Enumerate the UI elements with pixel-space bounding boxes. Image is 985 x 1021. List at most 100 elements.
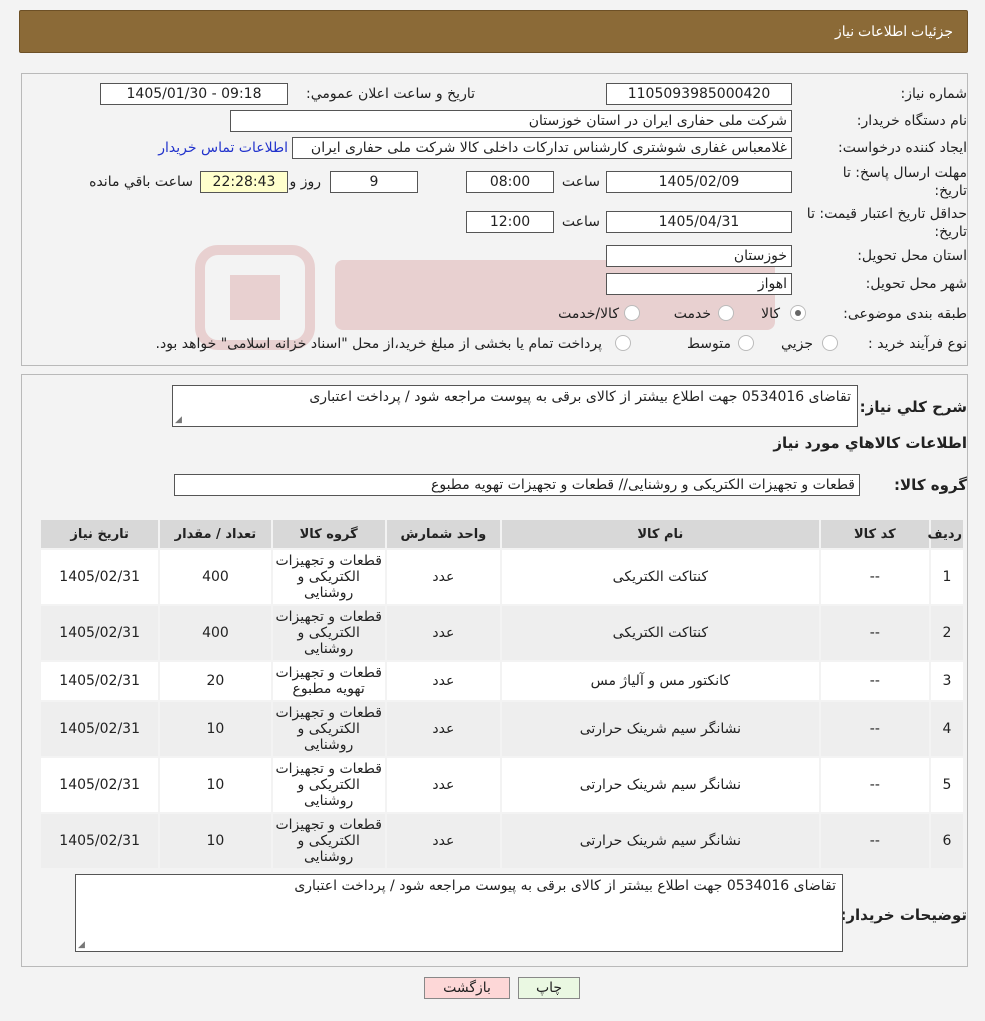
- cell-row-number: 3: [930, 662, 963, 700]
- cell-need-date: 1405/02/31: [41, 758, 159, 812]
- cell-unit: عدد: [386, 606, 501, 660]
- col-header-item-group: گروه کالا: [272, 520, 385, 548]
- cell-quantity: 20: [160, 662, 271, 700]
- category-option-goods: کالا: [761, 306, 780, 322]
- cell-item-code: --: [820, 814, 929, 868]
- description-textarea[interactable]: تقاضای 0534016 جهت اطلاع بیشتر از کالای …: [172, 385, 858, 427]
- cell-item-name: نشانگر سیم شرینک حرارتی: [502, 814, 819, 868]
- cell-unit: عدد: [386, 550, 501, 604]
- table-row: 5 -- نشانگر سیم شرینک حرارتی عدد قطعات و…: [41, 758, 963, 812]
- need-number-label: شماره نیاز:: [900, 86, 968, 102]
- items-table: رديف کد کالا نام کالا واحد شمارش گروه کا…: [39, 518, 965, 870]
- process-label: نوع فرآیند خرید :: [868, 336, 967, 352]
- cell-row-number: 4: [930, 702, 963, 756]
- page-header: جزئیات اطلاعات نیاز: [19, 10, 968, 53]
- cell-need-date: 1405/02/31: [41, 606, 159, 660]
- process-option-medium: متوسط: [687, 336, 731, 352]
- resize-grip-icon[interactable]: ◢: [175, 415, 182, 425]
- creator-field: غلامعباس غفاری شوشتری کارشناس تدارکات دا…: [292, 137, 792, 159]
- table-row: 6 -- نشانگر سیم شرینک حرارتی عدد قطعات و…: [41, 814, 963, 868]
- cell-item-group: قطعات و تجهیزات الکتریکی و روشنایی: [272, 702, 385, 756]
- category-option-service: خدمت: [673, 306, 711, 322]
- cell-item-group: قطعات و تجهیزات الکتریکی و روشنایی: [272, 758, 385, 812]
- category-radio-service[interactable]: [718, 305, 734, 321]
- cell-item-code: --: [820, 606, 929, 660]
- validity-label: حداقل تاریخ اعتبار قیمت: تا: [806, 206, 967, 222]
- cell-item-group: قطعات و تجهیزات تهویه مطبوع: [272, 662, 385, 700]
- cell-item-name: کانکتور مس و آلیاژ مس: [502, 662, 819, 700]
- table-header-row: رديف کد کالا نام کالا واحد شمارش گروه کا…: [41, 520, 963, 548]
- items-heading: اطلاعات کالاهاي مورد نياز: [773, 434, 967, 452]
- cell-item-name: نشانگر سیم شرینک حرارتی: [502, 758, 819, 812]
- cell-item-group: قطعات و تجهیزات الکتریکی و روشنایی: [272, 606, 385, 660]
- announce-label: تاریخ و ساعت اعلان عمومي:: [306, 86, 475, 102]
- cell-unit: عدد: [386, 758, 501, 812]
- cell-quantity: 10: [160, 758, 271, 812]
- buyer-contact-link[interactable]: اطلاعات تماس خریدار: [158, 140, 288, 156]
- deadline-label: مهلت ارسال پاسخ: تا: [842, 165, 967, 181]
- cell-item-group: قطعات و تجهیزات الکتریکی و روشنایی: [272, 550, 385, 604]
- process-option-small: جزيي: [781, 336, 813, 352]
- deadline-date-label: تاریخ:: [934, 183, 967, 199]
- category-radio-goods-service[interactable]: [624, 305, 640, 321]
- cell-quantity: 10: [160, 702, 271, 756]
- cell-row-number: 5: [930, 758, 963, 812]
- creator-label: ایجاد کننده درخواست:: [838, 140, 967, 156]
- days-field: 9: [330, 171, 418, 193]
- city-field: اهواز: [606, 273, 792, 295]
- cell-item-code: --: [820, 758, 929, 812]
- cell-need-date: 1405/02/31: [41, 662, 159, 700]
- table-row: 2 -- کنتاکت الکتریکی عدد قطعات و تجهیزات…: [41, 606, 963, 660]
- table-row: 1 -- کنتاکت الکتریکی عدد قطعات و تجهیزات…: [41, 550, 963, 604]
- group-label: گروه کالا:: [894, 476, 967, 494]
- cell-item-name: نشانگر سیم شرینک حرارتی: [502, 702, 819, 756]
- cell-quantity: 400: [160, 606, 271, 660]
- description-text: تقاضای 0534016 جهت اطلاع بیشتر از کالای …: [309, 389, 851, 405]
- deadline-time-field: 08:00: [466, 171, 554, 193]
- col-header-item-name: نام کالا: [502, 520, 819, 548]
- col-header-row-number: رديف: [927, 520, 963, 548]
- cell-quantity: 400: [160, 550, 271, 604]
- cell-item-code: --: [820, 550, 929, 604]
- province-field: خوزستان: [606, 245, 792, 267]
- col-header-quantity: تعداد / مقدار: [160, 520, 271, 548]
- category-radio-goods[interactable]: [790, 305, 806, 321]
- buyer-notes-label: توضیحات خریدار:: [840, 906, 967, 924]
- cell-item-name: کنتاکت الکتریکی: [502, 550, 819, 604]
- validity-date-field: 1405/04/31: [606, 211, 792, 233]
- cell-item-name: کنتاکت الکتریکی: [502, 606, 819, 660]
- cell-need-date: 1405/02/31: [41, 814, 159, 868]
- table-row: 3 -- کانکتور مس و آلیاژ مس عدد قطعات و ت…: [41, 662, 963, 700]
- description-label: شرح کلي نياز:: [859, 398, 967, 416]
- buyer-label: نام دستگاه خریدار:: [856, 113, 967, 129]
- payment-note: پرداخت تمام یا بخشی از مبلغ خرید،از محل …: [155, 336, 602, 352]
- validity-time-label: ساعت: [561, 214, 600, 230]
- process-radio-medium[interactable]: [738, 335, 754, 351]
- group-field: قطعات و تجهیزات الکتریکی و روشنایی// قطع…: [174, 474, 860, 496]
- process-radio-small[interactable]: [822, 335, 838, 351]
- announce-datetime-field: 1405/01/30 - 09:18: [100, 83, 288, 105]
- validity-time-field: 12:00: [466, 211, 554, 233]
- cell-row-number: 2: [930, 606, 963, 660]
- cell-unit: عدد: [386, 814, 501, 868]
- table-row: 4 -- نشانگر سیم شرینک حرارتی عدد قطعات و…: [41, 702, 963, 756]
- cell-item-code: --: [820, 702, 929, 756]
- buyer-notes-text: تقاضای 0534016 جهت اطلاع بیشتر از کالای …: [294, 878, 836, 894]
- cell-row-number: 6: [930, 814, 963, 868]
- validity-date-label: تاریخ:: [934, 224, 967, 240]
- process-radio-treasury[interactable]: [615, 335, 631, 351]
- buyer-notes-textarea[interactable]: تقاضای 0534016 جهت اطلاع بیشتر از کالای …: [75, 874, 843, 952]
- need-number-field: 1105093985000420: [606, 83, 792, 105]
- back-button[interactable]: بازگشت: [424, 977, 510, 999]
- category-label: طبقه بندی موضوعی:: [843, 306, 967, 322]
- buyer-field: شرکت ملی حفاری ایران در استان خوزستان: [230, 110, 792, 132]
- print-button[interactable]: چاپ: [518, 977, 580, 999]
- resize-grip-icon[interactable]: ◢: [78, 940, 85, 950]
- cell-unit: عدد: [386, 702, 501, 756]
- cell-quantity: 10: [160, 814, 271, 868]
- deadline-date-field: 1405/02/09: [606, 171, 792, 193]
- col-header-need-date: تاریخ نیاز: [41, 520, 159, 548]
- col-header-unit: واحد شمارش: [386, 520, 501, 548]
- city-label: شهر محل تحویل:: [865, 276, 967, 292]
- cell-unit: عدد: [386, 662, 501, 700]
